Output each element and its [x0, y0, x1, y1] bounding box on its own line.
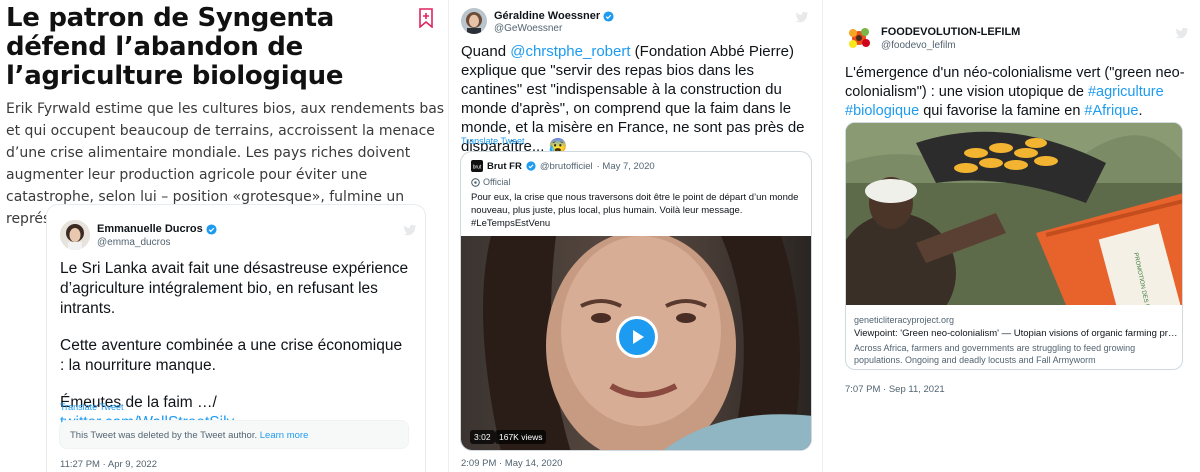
quoted-author-name[interactable]: Brut FR [487, 161, 522, 172]
article-headline: Le patron de Syngenta défend l’abandon d… [6, 3, 344, 91]
hashtag-link[interactable]: #biologique [845, 103, 919, 119]
video-views: 167K views [495, 430, 547, 444]
quoted-tweet[interactable]: brut Brut FR @brutofficiel · May 7, 2020… [460, 151, 812, 451]
mention-link[interactable]: @chrstphe_robert [510, 43, 630, 60]
quoted-tweet-header: brut Brut FR @brutofficiel · May 7, 2020 [471, 160, 655, 172]
avatar[interactable] [60, 220, 90, 250]
twitter-logo-icon[interactable] [1175, 26, 1189, 40]
link-card-domain: geneticliteracyproject.org [854, 315, 955, 325]
twitter-logo-icon[interactable] [795, 10, 809, 24]
embedded-tweet-ducros[interactable]: Emmanuelle Ducros @emma_ducros Le Sri La… [46, 204, 426, 472]
author-name[interactable]: Emmanuelle Ducros [97, 223, 217, 235]
tweet-woessner[interactable]: Géraldine Woessner @GeWoessner Quand @ch… [448, 0, 822, 472]
deleted-tweet-notice: This Tweet was deleted by the Tweet auth… [59, 420, 409, 449]
hashtag-link[interactable]: #agriculture [1088, 84, 1164, 100]
link-card-description: Across Africa, farmers and governments a… [854, 343, 1136, 365]
tweet-timestamp[interactable]: 11:27 PM · Apr 9, 2022 [60, 459, 157, 470]
hashtag-link[interactable]: #Afrique [1084, 103, 1138, 119]
quoted-date: · May 7, 2020 [596, 160, 655, 172]
link-card-meta: geneticliteracyproject.org Viewpoint: 'G… [854, 315, 1179, 366]
quoted-author-handle[interactable]: @brutofficiel [540, 161, 593, 172]
play-icon [633, 330, 644, 344]
brut-logo-icon: brut [471, 160, 483, 172]
tweet-timestamp[interactable]: 2:09 PM · May 14, 2020 [461, 458, 562, 469]
author-handle[interactable]: @emma_ducros [97, 237, 171, 248]
avatar[interactable] [461, 8, 487, 34]
verified-icon [603, 10, 614, 22]
official-label: Official [471, 177, 510, 187]
verified-icon [206, 223, 217, 235]
author-name[interactable]: FOODEVOLUTION-LEFILM [881, 26, 1020, 38]
tweet-paragraph: Cette aventure combinée a une crise écon… [60, 337, 403, 374]
play-button[interactable] [616, 316, 658, 358]
link-card-image: PROMOTION DES FEC [846, 123, 1182, 305]
bookmark-icon[interactable] [418, 8, 434, 28]
author-handle[interactable]: @GeWoessner [494, 23, 562, 34]
svg-text:brut: brut [473, 165, 482, 171]
tweet-body: L'émergence d'un néo-colonialisme vert (… [845, 65, 1185, 119]
quoted-tweet-text: Pour eux, la crise que nous traversons d… [471, 191, 801, 230]
tweet-foodevolution[interactable]: FOODEVOLUTION-LEFILM @foodevo_lefilm L'é… [822, 0, 1200, 472]
author-name[interactable]: Géraldine Woessner [494, 10, 614, 22]
author-handle[interactable]: @foodevo_lefilm [881, 40, 956, 51]
video-duration: 3:02 [470, 430, 495, 444]
official-shield-icon [471, 177, 480, 187]
translate-tweet-link[interactable]: Translate Tweet [60, 402, 124, 412]
twitter-logo-icon[interactable] [403, 223, 417, 237]
translate-tweet-link[interactable]: Translate Tweet [461, 136, 525, 146]
avatar[interactable] [845, 24, 873, 52]
video-player[interactable]: 3:02 167K views [461, 236, 811, 450]
link-card[interactable]: PROMOTION DES FEC geneticliteracyproject… [845, 122, 1183, 370]
learn-more-link[interactable]: Learn more [260, 430, 309, 441]
verified-icon [526, 161, 536, 171]
article-panel: Le patron de Syngenta défend l’abandon d… [0, 0, 450, 472]
link-card-title[interactable]: Viewpoint: 'Green neo-colonialism' — Uto… [854, 328, 1179, 339]
hashtag-link[interactable]: #LeTempsEstVenu [471, 217, 801, 230]
tweet-timestamp[interactable]: 7:07 PM · Sep 11, 2021 [845, 384, 945, 395]
tweet-paragraph: Le Sri Lanka avait fait une désastreuse … [60, 260, 409, 317]
